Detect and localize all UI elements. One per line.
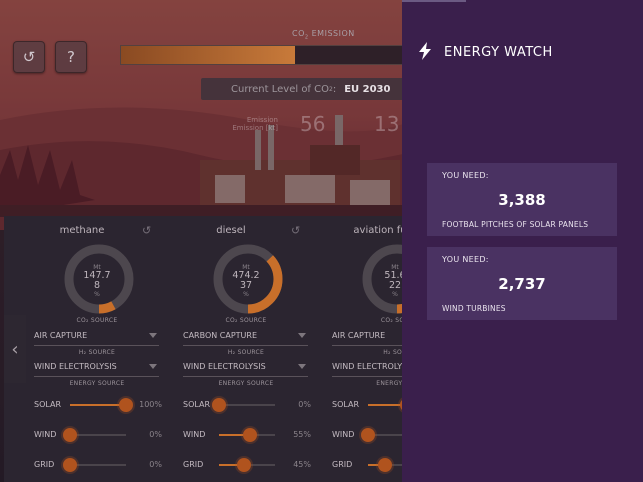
slider-handle[interactable] (242, 428, 257, 442)
donut-percent: 8 (93, 280, 101, 291)
slider-track[interactable] (63, 428, 126, 442)
energy-watch-title: ENERGY WATCH (444, 45, 553, 60)
slider-handle[interactable] (63, 458, 77, 472)
energy-slider-grid[interactable]: GRID 0% (34, 457, 162, 473)
energy-slider-solar[interactable]: SOLAR 100% (34, 397, 162, 413)
h2-source-dropdown[interactable]: WIND ELECTROLYSIS (34, 362, 159, 377)
card-number: 2,737 (498, 275, 546, 293)
wind-turbines-card: YOU NEED: 2,737 WIND TURBINES (427, 247, 617, 320)
level-label: Current Level of CO (231, 83, 329, 95)
reset-button[interactable]: ↺ (13, 41, 45, 73)
energy-source-label: ENERGY SOURCE (69, 380, 125, 387)
level-label-colon: : (332, 83, 337, 95)
help-icon: ? (67, 48, 75, 66)
chevron-down-icon (149, 333, 157, 338)
card-description: WIND TURBINES (442, 304, 506, 313)
scene-number-mid: 56 (300, 112, 326, 136)
panel-collapse-tab[interactable]: ‹ (4, 315, 26, 383)
energy-slider-grid[interactable]: GRID 45% (183, 457, 311, 473)
slider-label: WIND (34, 430, 57, 439)
energy-source-label: ENERGY SOURCE (218, 380, 274, 387)
emission-title-text: CO (292, 29, 305, 38)
fuel-column-diesel: diesel ↺ Mt 474.2 37 % CO₂ SOURCE CARBON C… (161, 216, 311, 482)
h2-source-value: WIND ELECTROLYSIS (183, 362, 266, 371)
fuel-column-methane: methane ↺ Mt 147.7 8 % CO₂ SOURCE AIR CAPT… (12, 216, 162, 482)
slider-track[interactable] (63, 458, 126, 472)
slider-track[interactable] (212, 398, 275, 412)
slider-label: SOLAR (332, 400, 360, 409)
emission-progress-bar (120, 45, 412, 65)
slider-value: 100% (139, 400, 162, 409)
slider-track[interactable] (219, 458, 275, 472)
slider-label: GRID (332, 460, 353, 469)
slider-label: SOLAR (34, 400, 62, 409)
slider-value: 45% (293, 460, 311, 469)
slider-handle[interactable] (377, 458, 392, 472)
lightning-bolt-icon (418, 42, 432, 64)
scene-emission-label: Emission Emission [kt] (222, 116, 278, 132)
donut-readout: Mt 474.2 37 % (210, 264, 282, 298)
slider-track[interactable] (219, 428, 275, 442)
co2-source-dropdown[interactable]: CARBON CAPTURE (183, 331, 308, 346)
co2-source-label: CO₂ SOURCE (225, 317, 267, 324)
slider-handle[interactable] (237, 458, 252, 472)
reset-icon: ↺ (22, 48, 36, 66)
scene-label-line-2: Emission [kt] (232, 124, 278, 132)
level-value: EU 2030 (344, 83, 391, 95)
slider-track[interactable] (70, 398, 133, 412)
slider-label: WIND (332, 430, 355, 439)
card-number: 3,388 (498, 191, 546, 209)
chevron-left-icon: ‹ (11, 338, 19, 360)
h2-source-value: WIND ELECTROLYSIS (34, 362, 117, 371)
emission-title: CO2 EMISSION (292, 29, 355, 41)
fuel-config-panel: methane ↺ Mt 147.7 8 % CO₂ SOURCE AIR CAPT… (4, 216, 457, 482)
current-level-banner: Current Level of CO 2: EU 2030 (201, 78, 411, 100)
slider-label: GRID (183, 460, 204, 469)
h2-source-dropdown[interactable]: WIND ELECTROLYSIS (183, 362, 308, 377)
slider-fill (70, 404, 126, 406)
slider-handle[interactable] (212, 398, 226, 412)
slider-handle[interactable] (63, 428, 77, 442)
donut-unit-bottom: % (94, 291, 100, 298)
co2-source-dropdown[interactable]: AIR CAPTURE (34, 331, 159, 346)
co2-source-value: AIR CAPTURE (34, 331, 88, 340)
co2-source-value: AIR CAPTURE (332, 331, 386, 340)
fuel-name: diesel (216, 225, 246, 236)
solar-panels-card: YOU NEED: 3,388 FOOTBAL PITCHES OF SOLAR… (427, 163, 617, 236)
h2-source-label: H₂ SOURCE (78, 349, 116, 356)
donut-unit-bottom: % (243, 291, 249, 298)
card-description: FOOTBAL PITCHES OF SOLAR PANELS (442, 220, 589, 229)
scene-number-right: 13 (374, 112, 400, 136)
refresh-icon[interactable]: ↺ (142, 224, 151, 237)
card-need-label: YOU NEED: (442, 171, 489, 180)
donut-readout: Mt 147.7 8 % (61, 264, 133, 298)
slider-label: WIND (183, 430, 206, 439)
co2-source-value: CARBON CAPTURE (183, 331, 258, 340)
scene-label-line-1: Emission (246, 116, 278, 124)
panel-accent-line (402, 0, 466, 2)
refresh-icon[interactable]: ↺ (291, 224, 300, 237)
emission-progress-fill (121, 46, 295, 64)
slider-value: 55% (293, 430, 311, 439)
slider-handle[interactable] (119, 398, 133, 412)
slider-label: GRID (34, 460, 55, 469)
slider-handle[interactable] (361, 428, 375, 442)
fuel-name: methane (59, 225, 105, 236)
chevron-down-icon (149, 364, 157, 369)
energy-slider-wind[interactable]: WIND 0% (34, 427, 162, 443)
donut-percent: 37 (239, 280, 253, 291)
slider-label: SOLAR (183, 400, 211, 409)
co2-source-label: CO₂ SOURCE (76, 317, 118, 324)
card-need-label: YOU NEED: (442, 255, 489, 264)
chevron-down-icon (298, 364, 306, 369)
h2-source-label: H₂ SOURCE (227, 349, 265, 356)
help-button[interactable]: ? (55, 41, 87, 73)
energy-slider-solar[interactable]: SOLAR 0% (183, 397, 311, 413)
chevron-down-icon (298, 333, 306, 338)
energy-slider-wind[interactable]: WIND 55% (183, 427, 311, 443)
emission-title-suffix: EMISSION (308, 29, 355, 38)
energy-watch-panel: ENERGY WATCH YOU NEED: 3,388 FOOTBAL PIT… (402, 0, 643, 482)
